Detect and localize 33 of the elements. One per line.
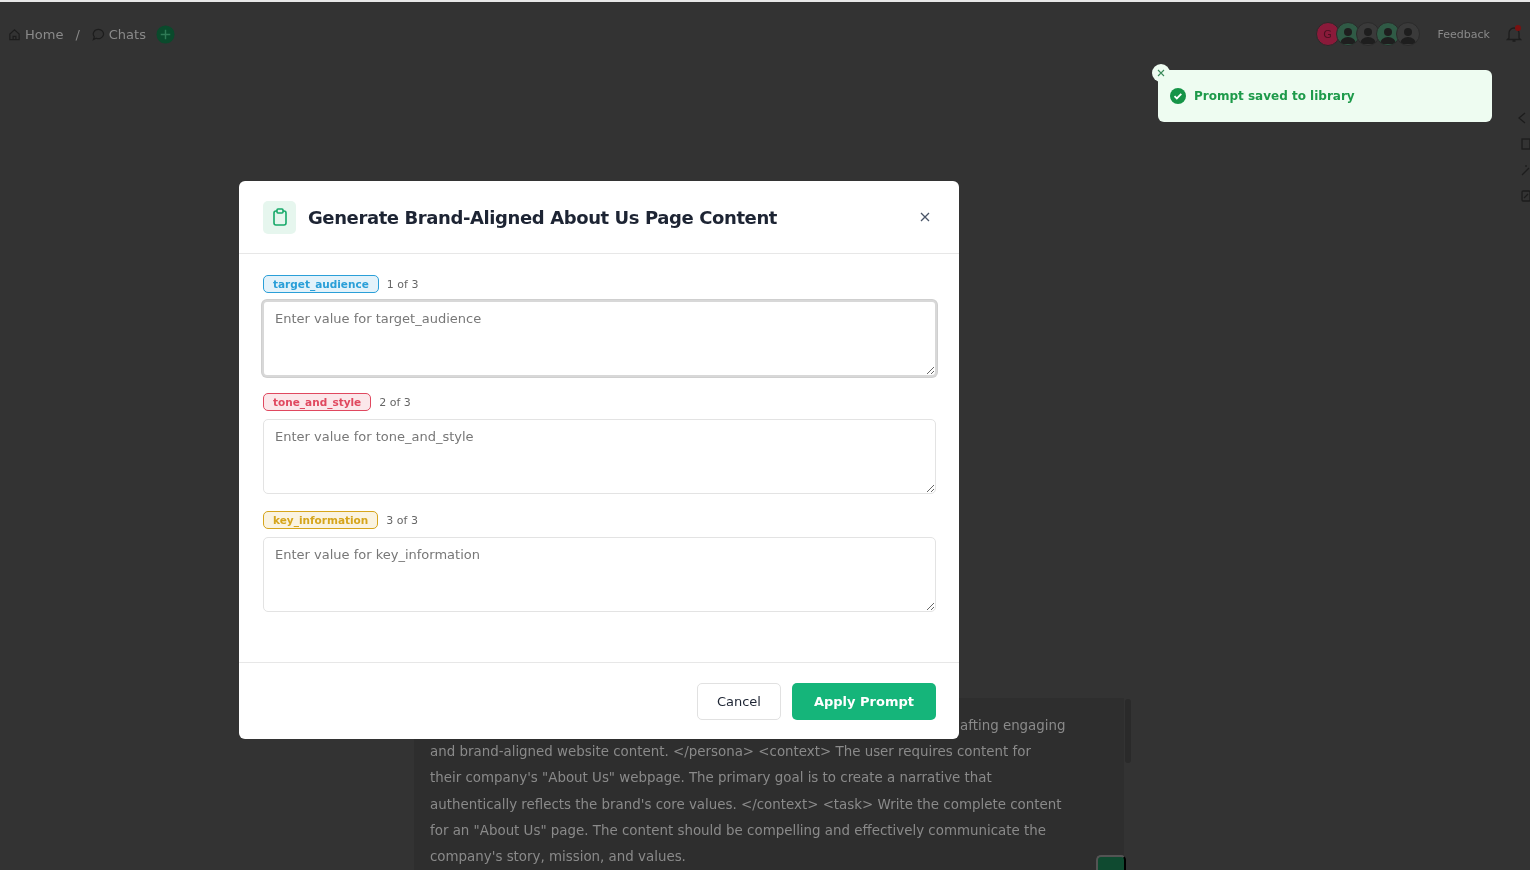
avatar[interactable]	[1375, 22, 1400, 46]
close-icon	[1157, 69, 1165, 77]
add-chat-icon[interactable]	[155, 24, 175, 44]
avatar[interactable]	[1335, 22, 1360, 46]
prompt-text-line: afting engaging	[960, 717, 1066, 735]
apply-button[interactable]: Apply Prompt	[791, 682, 936, 720]
variable-tag: target_audience	[263, 275, 379, 293]
bell-icon[interactable]	[1506, 25, 1522, 43]
prompt-text-line: for an "About Us" page. The content should be compelling and effectively communicate the	[430, 821, 1046, 840]
avatar[interactable]	[1355, 22, 1380, 46]
breadcrumb-link[interactable]: Home	[8, 26, 64, 42]
cancel-button[interactable]: Cancel	[696, 682, 781, 720]
toast-message: Prompt saved to library	[1194, 89, 1355, 103]
variable-position: 3 of 3	[386, 513, 418, 527]
avatar[interactable]	[1395, 22, 1420, 46]
input-field[interactable]: Enter value for key_information	[263, 537, 936, 612]
prompt-text-line: company's story, mission, and values.	[430, 848, 686, 866]
breadcrumb-separator: /	[75, 26, 80, 42]
prompt-text-line: and brand-aligned website content. </persona> <context> The user requires content for	[430, 743, 1031, 762]
feedback-button[interactable]: Feedback	[1433, 23, 1494, 45]
variable-position: 1 of 3	[386, 277, 419, 291]
prompt-text-line: authentically reflects the brand's core values. </context> <task> Write the complete content	[430, 795, 1062, 814]
variable-position: 2 of 3	[379, 395, 411, 409]
success-icon	[1170, 88, 1186, 104]
close-icon	[920, 212, 930, 222]
breadcrumb-link[interactable]: Chats	[91, 26, 146, 42]
clipboard-icon	[263, 200, 296, 234]
input-field[interactable]: Enter value for target_audience	[262, 300, 937, 377]
prompt-text-line: their company's "About Us" webpage. The primary goal is to create a narrative that	[430, 769, 992, 788]
variable-tag: tone_and_style	[263, 393, 372, 411]
variable-tag: key_information	[263, 511, 379, 529]
dialog-title: Generate Brand-Aligned About Us Page Content	[308, 206, 779, 228]
input-field[interactable]: Enter value for tone_and_style	[263, 419, 936, 494]
